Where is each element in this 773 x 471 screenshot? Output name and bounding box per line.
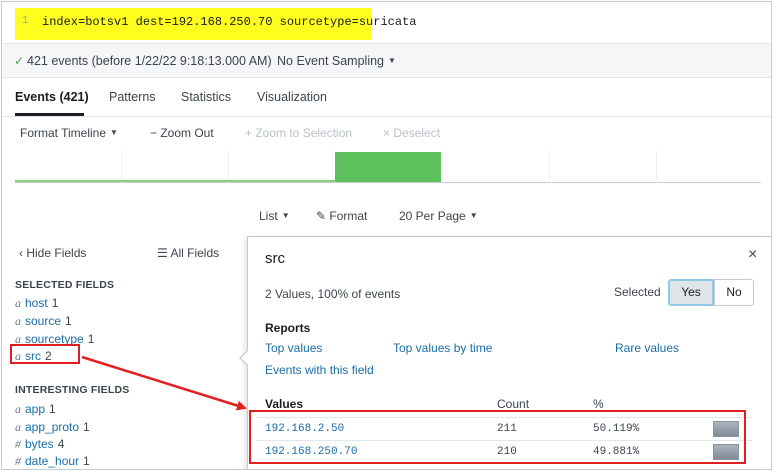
- timeline-bar[interactable]: [335, 152, 441, 182]
- timeline-gridline: [549, 151, 550, 183]
- per-page-dropdown[interactable]: 20 Per Page ▼: [399, 209, 478, 223]
- field-count: 1: [49, 402, 56, 416]
- field-name: source: [25, 314, 62, 328]
- check-icon: ✓: [14, 54, 25, 68]
- timeline-toolbar: Format Timeline ▼ − Zoom Out + Zoom to Se…: [2, 117, 771, 149]
- tab-visualization[interactable]: Visualization: [257, 90, 327, 104]
- timeline-gridline: [121, 151, 122, 183]
- event-timeline[interactable]: [15, 151, 761, 183]
- field-type-icon: a: [15, 402, 21, 416]
- selected-fields-heading: SELECTED FIELDS: [15, 279, 115, 291]
- field-type-icon: a: [15, 296, 21, 310]
- field-source[interactable]: a source 1: [15, 314, 72, 331]
- event-sampling-label: No Event Sampling: [277, 54, 385, 68]
- tab-events[interactable]: Events (421): [15, 90, 89, 104]
- field-app-proto[interactable]: a app_proto 1: [15, 420, 90, 437]
- splunk-search-window: 1 index=botsv1 dest=192.168.250.70 sourc…: [1, 1, 772, 470]
- values-summary: 2 Values, 100% of events: [265, 287, 401, 301]
- per-page-label: 20 Per Page: [399, 209, 466, 223]
- list-label: List: [259, 209, 278, 223]
- field-name: host: [25, 296, 48, 310]
- tab-patterns[interactable]: Patterns: [109, 90, 156, 104]
- field-type-icon: a: [15, 420, 21, 434]
- timeline-baseline-left: [15, 180, 335, 182]
- field-count: 1: [87, 332, 95, 346]
- rare-values-link[interactable]: Rare values: [615, 341, 679, 355]
- field-date-hour[interactable]: # date_hour 1: [15, 454, 90, 469]
- field-name: app_proto: [25, 420, 80, 434]
- caret-down-icon: ▼: [469, 211, 478, 220]
- field-type-icon: #: [15, 437, 21, 451]
- panel-field-title: src: [265, 250, 285, 267]
- events-with-field-link[interactable]: Events with this field: [265, 363, 374, 377]
- values-column-header: Values: [265, 397, 304, 411]
- all-fields-button[interactable]: ☰ All Fields: [157, 246, 219, 260]
- caret-down-icon: ▼: [388, 56, 396, 65]
- list-view-dropdown[interactable]: List ▼: [259, 209, 290, 223]
- timeline-gridline: [228, 151, 229, 183]
- deselect-button[interactable]: × Deselect: [383, 126, 440, 140]
- tab-statistics[interactable]: Statistics: [181, 90, 231, 104]
- field-count: 1: [83, 454, 90, 468]
- field-name: app: [25, 402, 46, 416]
- all-fields-label: All Fields: [170, 246, 220, 260]
- job-status-bar: ✓ 421 events (before 1/22/22 9:18:13.000…: [2, 44, 771, 78]
- line-number: 1: [22, 15, 29, 27]
- pencil-icon: ✎: [316, 209, 330, 223]
- selected-no-button[interactable]: No: [714, 279, 754, 306]
- top-values-by-time-link[interactable]: Top values by time: [393, 341, 492, 355]
- fields-sidebar-header: ‹ Hide Fields ☰ All Fields: [2, 236, 247, 268]
- hide-fields-label: Hide Fields: [26, 246, 87, 260]
- zoom-out-button[interactable]: − Zoom Out: [150, 126, 214, 140]
- field-bytes[interactable]: # bytes 4: [15, 437, 64, 454]
- field-count: 1: [65, 314, 72, 328]
- search-bar[interactable]: 1 index=botsv1 dest=192.168.250.70 sourc…: [2, 2, 771, 44]
- zoom-to-selection-button[interactable]: + Zoom to Selection: [245, 126, 352, 140]
- caret-down-icon: ▼: [110, 128, 118, 137]
- results-toolbar: List ▼ ✎ Format 20 Per Page ▼: [2, 202, 771, 230]
- field-count: 4: [57, 437, 65, 451]
- field-name: date_hour: [25, 454, 80, 468]
- format-timeline-label: Format Timeline: [20, 126, 107, 140]
- timeline-gridline: [442, 151, 443, 183]
- results-tabs: Events (421) Patterns Statistics Visuali…: [2, 79, 771, 117]
- format-button[interactable]: ✎ Format: [316, 209, 367, 223]
- format-label: Format: [329, 209, 368, 223]
- reports-heading: Reports: [265, 321, 311, 335]
- field-host[interactable]: a host 1: [15, 296, 58, 313]
- percent-column-header: %: [593, 397, 604, 411]
- interesting-fields-heading: INTERESTING FIELDS: [15, 384, 130, 396]
- hide-fields-button[interactable]: ‹ Hide Fields: [19, 246, 86, 260]
- timeline-gridline: [656, 151, 657, 183]
- selected-yes-button[interactable]: Yes: [668, 279, 714, 306]
- top-values-link[interactable]: Top values: [265, 341, 322, 355]
- field-type-icon: a: [15, 314, 21, 328]
- event-count-status: 421 events (before 1/22/22 9:18:13.000 A…: [27, 54, 272, 68]
- search-query-input[interactable]: index=botsv1 dest=192.168.250.70 sourcet…: [42, 15, 416, 29]
- selected-label: Selected: [614, 285, 661, 299]
- field-app[interactable]: a app 1: [15, 402, 56, 419]
- popover-pointer-fill: [241, 351, 248, 365]
- field-count: 1: [51, 296, 59, 310]
- field-name: bytes: [25, 437, 54, 451]
- annotation-box-src-field: [10, 344, 80, 364]
- annotation-box-values: [249, 410, 746, 464]
- active-tab-indicator: [15, 113, 84, 116]
- list-icon: ☰: [157, 246, 171, 260]
- event-sampling-dropdown[interactable]: No Event Sampling ▼: [277, 54, 396, 68]
- close-icon[interactable]: ×: [748, 246, 757, 264]
- count-column-header: Count: [497, 397, 530, 411]
- format-timeline-button[interactable]: Format Timeline ▼: [20, 126, 118, 140]
- field-count: 1: [83, 420, 90, 434]
- field-type-icon: #: [15, 454, 21, 468]
- caret-down-icon: ▼: [281, 211, 290, 220]
